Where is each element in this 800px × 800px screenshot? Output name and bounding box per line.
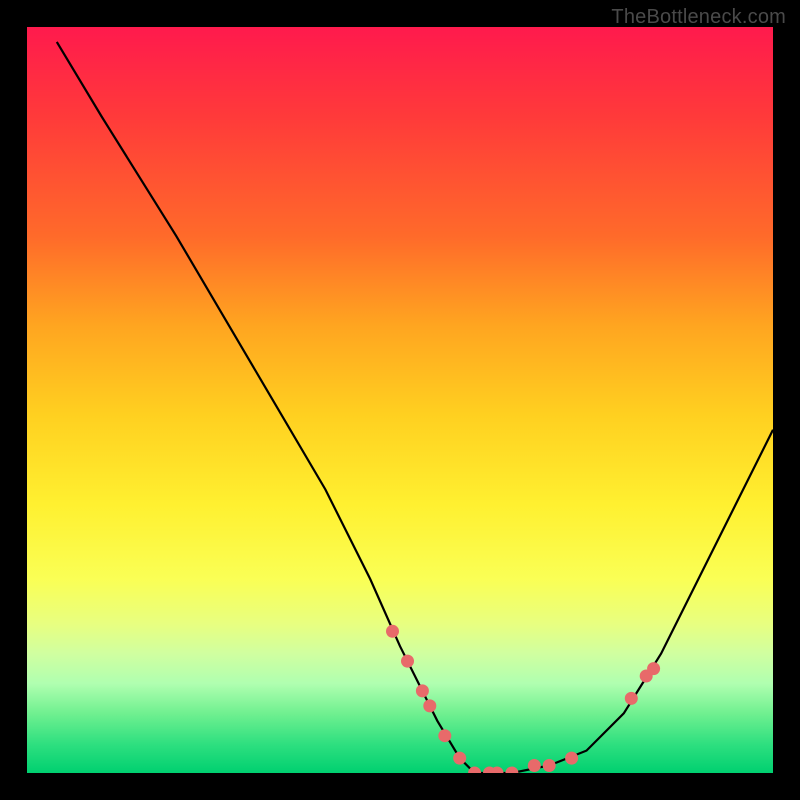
branding-text: TheBottleneck.com: [611, 6, 786, 29]
data-point: [438, 729, 451, 742]
data-point: [625, 692, 638, 705]
data-point: [386, 625, 399, 638]
data-point: [416, 684, 429, 697]
data-point: [423, 699, 436, 712]
data-point: [453, 752, 466, 765]
data-point: [565, 752, 578, 765]
data-point: [401, 655, 414, 668]
data-point: [505, 767, 518, 774]
bottleneck-curve: [57, 42, 773, 773]
chart-svg: [27, 27, 773, 773]
data-point: [543, 759, 556, 772]
data-point: [528, 759, 541, 772]
chart-outer: TheBottleneck.com: [0, 0, 800, 800]
plot-area: [27, 27, 773, 773]
data-point: [647, 662, 660, 675]
